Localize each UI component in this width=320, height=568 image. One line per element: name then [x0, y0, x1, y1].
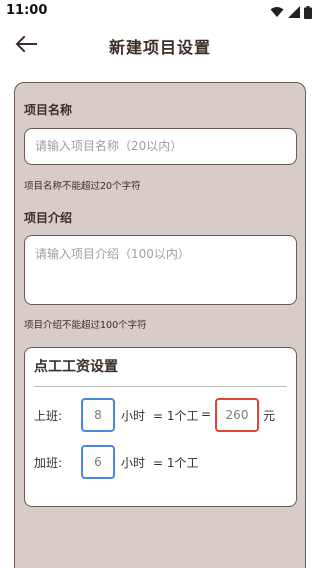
- project-intro-input[interactable]: 请输入项目介绍（100以内）: [24, 235, 297, 305]
- project-name-hint: 项目名称不能超过20个字符: [24, 181, 141, 192]
- project-name-placeholder: 请输入项目名称（20以内）: [35, 139, 183, 153]
- wage-divider: [34, 386, 287, 387]
- overtime-hours-value: 6: [94, 455, 102, 469]
- project-name-input[interactable]: 请输入项目名称（20以内）: [24, 128, 297, 165]
- page-title: 新建项目设置: [108, 38, 211, 57]
- battery-icon: [304, 5, 312, 19]
- work-hours-value: 8: [94, 408, 102, 422]
- wifi-icon: [270, 7, 284, 17]
- overtime-hours-unit: 小时: [121, 456, 146, 470]
- work-equals-sign: =: [201, 407, 212, 421]
- work-hours-input[interactable]: 8: [81, 398, 115, 432]
- project-intro-hint: 项目介绍不能超过100个字符: [24, 320, 147, 331]
- app-bar: 新建项目设置: [0, 24, 320, 64]
- project-intro-placeholder: 请输入项目介绍（100以内）: [35, 247, 190, 261]
- work-hours-unit: 小时: [121, 409, 146, 423]
- overtime-equals-one-shift: = 1个工: [153, 456, 199, 470]
- overtime-hours-input[interactable]: 6: [81, 445, 115, 479]
- wage-settings-title: 点工工资设置: [34, 359, 118, 375]
- wage-amount-input[interactable]: 260: [215, 398, 259, 432]
- project-name-label: 项目名称: [24, 103, 73, 117]
- work-label: 上班:: [34, 409, 63, 423]
- project-intro-label: 项目介绍: [24, 211, 73, 225]
- project-form-card: 项目名称 请输入项目名称（20以内） 项目名称不能超过20个字符 项目介绍 请输…: [14, 82, 306, 568]
- signal-icon: [288, 6, 300, 18]
- currency-unit: 元: [263, 409, 276, 423]
- overtime-label: 加班:: [34, 456, 63, 470]
- wage-settings-card: 点工工资设置 上班: 8 小时 = 1个工 = 260 元 加班: 6 小时 =…: [24, 347, 297, 507]
- status-bar: 11:00: [0, 0, 320, 24]
- status-time: 11:00: [6, 3, 48, 18]
- wage-amount-value: 260: [225, 408, 249, 422]
- work-equals-one-shift: = 1个工: [153, 409, 199, 423]
- status-icons: [270, 5, 312, 19]
